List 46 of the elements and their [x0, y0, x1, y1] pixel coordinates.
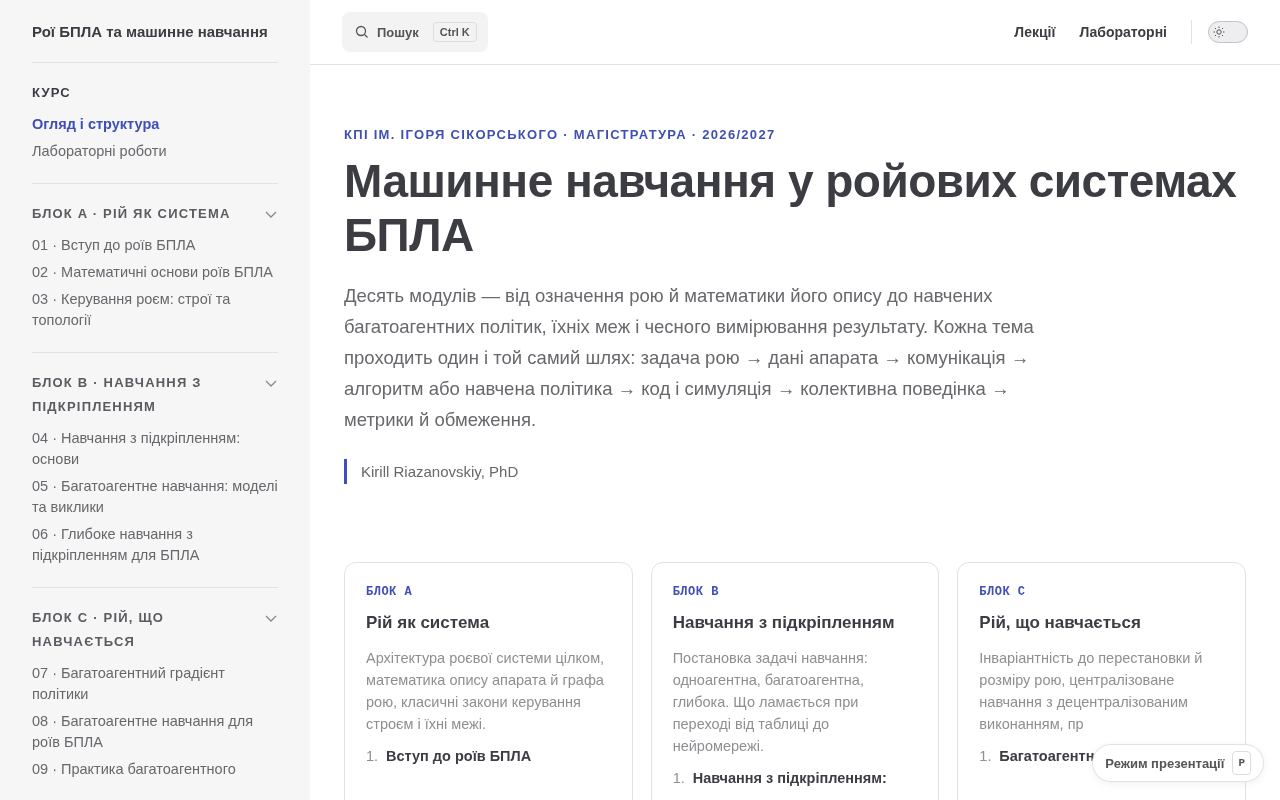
shortcut-key: Ctrl K: [432, 22, 477, 42]
sidebar-link[interactable]: 08 · Багатоагентне навчання для роїв БПЛА: [32, 708, 278, 756]
search-placeholder: Пошук: [377, 24, 419, 40]
section-heading: КУРС: [32, 84, 71, 102]
eyebrow-text: КПІ ІМ. ІГОРЯ СІКОРСЬКОГО · МАГІСТРАТУРА · 2026/2027: [344, 127, 777, 142]
lead-paragraph: Десять модулів — від означення рою й математики його опису до навчених багатоагентних політик, їхніх меж і чесного вимірювання результату. Кожна тема проходить один і той самий шлях: задача рою → дані апарата → комунікація → алгоритм або навчена політика → код і симуляція → колективна поведінка → метрики й обмеження.: [344, 284, 1035, 432]
sidebar-link[interactable]: 05 · Багатоагентне навчання: моделі та виклики: [32, 473, 278, 521]
sidebar-link[interactable]: 09 · Практика багатоагентного: [32, 756, 278, 783]
lecture-link[interactable]: Вступ до роїв БПЛА: [386, 745, 532, 767]
section-heading: БЛОК C · РІЙ, ЩО НАВЧАЄТЬСЯ: [32, 609, 166, 651]
sidebar-link[interactable]: Лабораторні роботи: [32, 138, 278, 165]
search-icon: [355, 25, 369, 39]
sidebar-link[interactable]: 02 · Математичні основи роїв БПЛА: [32, 259, 278, 286]
list-number: 1.: [366, 747, 380, 766]
card-tag: БЛОК B: [672, 585, 918, 599]
card-tag: БЛОК C: [979, 585, 1224, 599]
block-card[interactable]: БЛОК A Рій як система Архітектура роєвої системи цілком, математика опису апарата й графа рою, класичні закони керування строєм і їхні межі. 1. Вступ до роїв БПЛА: [344, 562, 633, 800]
sidebar-link[interactable]: Огляд і структура: [32, 111, 278, 138]
sidebar-link[interactable]: 04 · Навчання з підкріпленням: основи: [32, 425, 278, 473]
sidebar-link[interactable]: 06 · Глибоке навчання з підкріпленням для БПЛА: [32, 521, 278, 569]
card-tag: БЛОК A: [366, 585, 611, 599]
nav-link[interactable]: Лабораторні: [1079, 24, 1167, 40]
site-title[interactable]: Рої БПЛА та машинне навчання: [32, 20, 278, 63]
list-number: 1.: [672, 769, 686, 788]
sidebar-link[interactable]: 03 · Керування роєм: строї та топології: [32, 286, 278, 334]
section-heading: БЛОК B · НАВЧАННЯ З ПІДКРІПЛЕННЯМ: [32, 374, 203, 416]
shortcut-key: P: [1232, 751, 1251, 775]
section-heading: БЛОК A · РІЙ ЯК СИСТЕМА: [32, 205, 231, 223]
card-description: Інваріантність до перестановки й розміру рою, централізоване навчання з децентралізованим виконанням, пр: [979, 649, 1204, 734]
search-field[interactable]: Пошук Ctrl K: [342, 12, 488, 52]
page-title: Машинне навчання у ройових системах БПЛА: [344, 154, 1238, 262]
lecture-link[interactable]: Багатоагентн: [999, 745, 1095, 767]
card-title: Рій як система: [366, 613, 491, 633]
card-description: Постановка задачі навчання: одноагентна, багатоагентна, глибока. Що ламається при переході від таблиці до нейромережі.: [672, 649, 869, 756]
card-title: Рій, що навчається: [979, 613, 1142, 633]
nav-link[interactable]: Лекції: [1014, 24, 1056, 40]
block-card[interactable]: БЛОК B Навчання з підкріпленням Постановка задачі навчання: одноагентна, багатоагентна, глибока. Що ламається при переході від таблиці до нейромережі. 1. Навчання з підкріпленням:: [650, 562, 940, 800]
author-quote: Kirill Riazanovskiy, PhD: [344, 459, 1246, 484]
lecture-link[interactable]: Навчання з підкріпленням:: [692, 767, 887, 789]
card-title: Навчання з підкріпленням: [672, 613, 896, 633]
sun-icon: [1213, 26, 1225, 38]
list-number: 1.: [979, 747, 993, 766]
sidebar-link[interactable]: 01 · Вступ до роїв БПЛА: [32, 232, 278, 259]
theme-toggle[interactable]: [1208, 21, 1248, 43]
card-description: Архітектура роєвої системи цілком, математика опису апарата й графа рою, класичні закони керування строєм і їхні межі.: [366, 649, 606, 734]
sidebar-link[interactable]: 07 · Багатоагентний градієнт політики: [32, 660, 278, 708]
